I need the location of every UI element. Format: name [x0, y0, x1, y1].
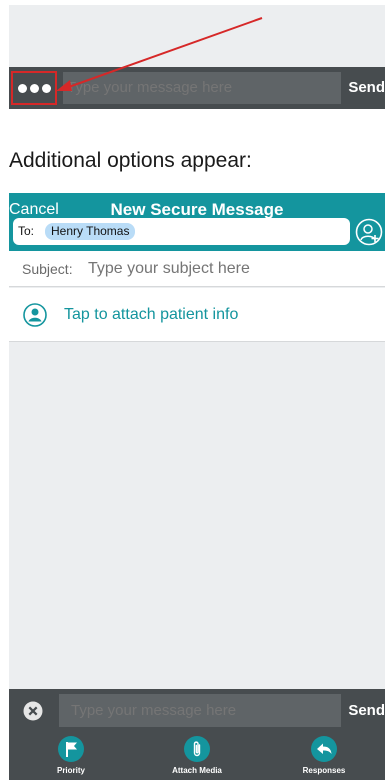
more-options-button[interactable]	[11, 71, 57, 105]
close-icon[interactable]	[23, 701, 43, 721]
subject-row: Subject:	[9, 251, 385, 287]
bottom-send-button[interactable]: Send	[348, 689, 385, 732]
top-message-input[interactable]	[63, 72, 341, 104]
dot-icon	[41, 83, 51, 93]
attach-patient-row[interactable]: Tap to attach patient info	[9, 288, 385, 342]
to-field[interactable]: To: Henry Thomas	[13, 218, 350, 245]
bottom-message-input[interactable]	[59, 694, 341, 727]
dot-icon	[29, 83, 39, 93]
caption-text: Additional options appear:	[9, 149, 252, 172]
responses-label: Responses	[302, 766, 346, 775]
top-send-button[interactable]: Send	[348, 67, 385, 109]
subject-label: Subject:	[22, 261, 73, 277]
phone-screen: Cancel New Secure Message To: Henry Thom…	[9, 193, 385, 780]
priority-button[interactable]: Priority	[31, 736, 111, 780]
dot-icon	[17, 83, 27, 93]
subject-input[interactable]	[88, 257, 378, 281]
priority-label: Priority	[56, 766, 85, 775]
flag-icon	[58, 736, 84, 762]
add-contact-icon[interactable]	[355, 218, 383, 246]
top-composer-bar: Send	[9, 67, 385, 109]
attach-patient-label: Tap to attach patient info	[64, 306, 239, 323]
to-label: To:	[18, 224, 35, 238]
paperclip-icon	[184, 736, 210, 762]
reply-icon	[311, 736, 337, 762]
top-screenshot-background	[9, 5, 385, 67]
responses-button[interactable]: Responses	[284, 736, 364, 780]
attach-media-button[interactable]: Attach Media	[157, 736, 237, 780]
recipient-chip[interactable]: Henry Thomas	[45, 223, 136, 240]
attach-media-label: Attach Media	[172, 766, 222, 775]
bottom-composer: Send Priority Attach Media Responses	[9, 689, 385, 780]
patient-icon	[23, 303, 47, 327]
